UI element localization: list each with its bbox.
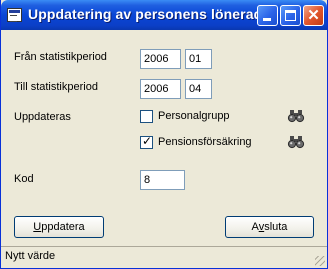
code-label: Kod: [14, 173, 34, 185]
binoculars-icon: [287, 136, 305, 149]
personalgrupp-checkbox[interactable]: [140, 110, 153, 123]
from-year-input[interactable]: 2006: [140, 49, 181, 69]
pensionsforsakring-checkbox[interactable]: ✓: [140, 134, 153, 149]
code-input[interactable]: 8: [140, 170, 185, 190]
close-icon: ✕: [307, 7, 320, 24]
from-period-label: Från statistikperiod: [14, 51, 107, 63]
resize-grip[interactable]: [315, 256, 325, 266]
to-month-input[interactable]: 04: [185, 79, 212, 99]
status-text: Nytt värde: [5, 250, 56, 262]
status-bar: Nytt värde: [1, 246, 327, 268]
pensionsforsakring-find-button[interactable]: [285, 133, 307, 152]
to-year-input[interactable]: 2006: [140, 79, 181, 99]
update-button-label-rest: ppdatera: [41, 221, 85, 233]
update-label: Uppdateras: [14, 111, 71, 123]
personalgrupp-label: Personalgrupp: [158, 110, 230, 122]
update-button[interactable]: Uppdatera: [14, 216, 104, 238]
maximize-button[interactable]: [280, 5, 301, 26]
close-button-label-rest: sluta: [264, 221, 288, 233]
maximize-icon: [285, 10, 296, 21]
app-icon: [7, 8, 22, 22]
close-button-label-prefix: A: [251, 221, 259, 233]
window-title: Uppdatering av personens lönerader: [28, 6, 276, 22]
minimize-button[interactable]: [257, 5, 278, 26]
checkmark-icon: ✓: [142, 134, 153, 148]
binoculars-icon: [287, 110, 305, 123]
personalgrupp-find-button[interactable]: [285, 107, 307, 126]
title-bar[interactable]: Uppdatering av personens lönerader ✕: [1, 0, 327, 30]
minimize-icon: [263, 18, 271, 21]
from-month-input[interactable]: 01: [185, 49, 212, 69]
dialog-window: Uppdatering av personens lönerader ✕ Frå…: [0, 0, 328, 269]
close-button[interactable]: ✕: [303, 5, 324, 26]
pensionsforsakring-label: Pensionsförsäkring: [158, 136, 252, 148]
to-period-label: Till statistikperiod: [14, 81, 98, 93]
close-dialog-button[interactable]: Avsluta: [225, 216, 314, 238]
